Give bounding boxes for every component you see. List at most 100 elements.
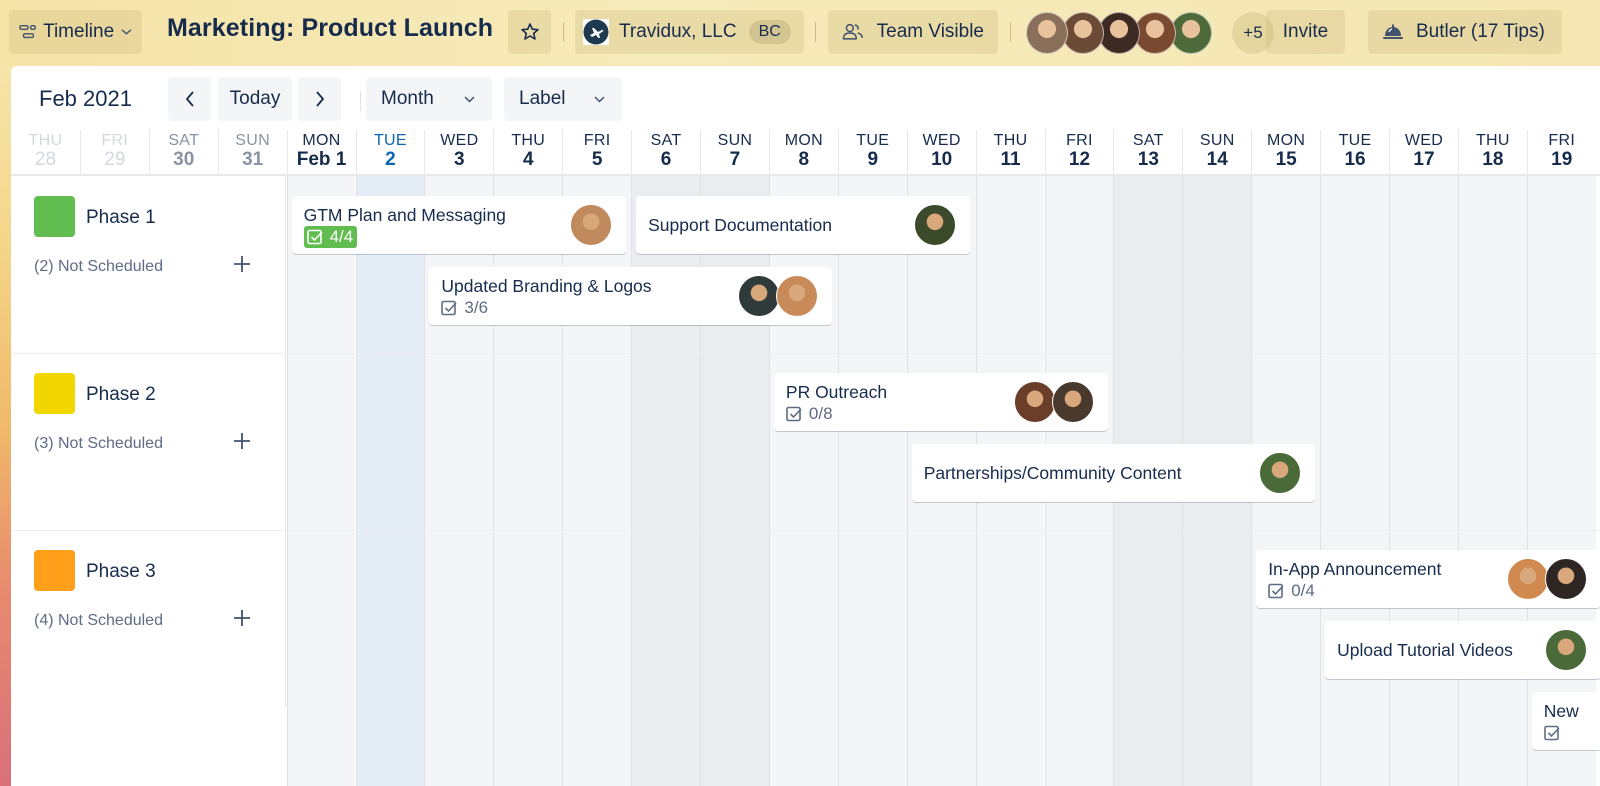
chevron-down-icon bbox=[464, 95, 475, 103]
day-column[interactable] bbox=[1389, 176, 1458, 786]
timeline-panel: Feb 2021 Today Month Label THU 28 FRI 29 SAT… bbox=[11, 66, 1600, 786]
add-card-button[interactable] bbox=[233, 428, 251, 454]
day-of-week: FRI bbox=[101, 132, 129, 149]
timeline-card[interactable]: Partnerships/Community Content bbox=[911, 444, 1315, 502]
day-column[interactable] bbox=[1320, 176, 1389, 786]
card-title: Updated Branding & Logos bbox=[441, 276, 652, 296]
day-number: 19 bbox=[1551, 149, 1573, 170]
day-column[interactable] bbox=[355, 176, 425, 786]
card-members bbox=[1544, 629, 1587, 671]
day-header: TUE 9 bbox=[837, 130, 907, 174]
day-header: SAT 13 bbox=[1113, 130, 1182, 174]
timeline-card[interactable]: Upload Tutorial Videos bbox=[1325, 621, 1600, 679]
day-number: 8 bbox=[798, 149, 810, 170]
day-of-week: TUE bbox=[373, 132, 407, 149]
plane-logo-icon bbox=[583, 19, 609, 45]
day-number: 18 bbox=[1482, 149, 1504, 170]
butler-label: Butler (17 Tips) bbox=[1416, 21, 1545, 42]
day-of-week: FRI bbox=[1548, 132, 1576, 149]
member-avatar[interactable] bbox=[1544, 629, 1587, 671]
day-number: Feb 1 bbox=[296, 149, 347, 170]
swimlane-header: Phase 3 (4) Not Scheduled bbox=[11, 530, 286, 707]
card-title: Upload Tutorial Videos bbox=[1337, 640, 1513, 660]
butler-button[interactable]: Butler (17 Tips) bbox=[1368, 10, 1562, 54]
member-avatar[interactable] bbox=[1062, 12, 1104, 54]
timeline-card[interactable]: Support Documentation bbox=[636, 196, 971, 254]
chevron-left-icon bbox=[185, 91, 194, 107]
day-header: MON 8 bbox=[768, 130, 838, 174]
day-header: WED 10 bbox=[906, 130, 976, 174]
member-avatar[interactable] bbox=[914, 204, 957, 246]
member-avatar[interactable] bbox=[1170, 12, 1212, 54]
lane-name: Phase 1 bbox=[86, 207, 156, 228]
day-number: 6 bbox=[660, 149, 672, 170]
next-button[interactable] bbox=[298, 77, 341, 121]
member-avatar[interactable] bbox=[1506, 558, 1549, 600]
previous-button[interactable] bbox=[168, 77, 211, 121]
group-by-select[interactable]: Label bbox=[504, 77, 622, 121]
invite-button[interactable]: Invite bbox=[1266, 10, 1345, 54]
not-scheduled-link[interactable]: (3) Not Scheduled bbox=[34, 435, 163, 453]
member-avatar[interactable] bbox=[776, 275, 819, 317]
checklist-badge: 3/6 bbox=[441, 297, 491, 319]
today-button[interactable]: Today bbox=[218, 77, 292, 121]
header-divider bbox=[1010, 22, 1011, 42]
visibility-button[interactable]: Team Visible bbox=[828, 10, 998, 54]
day-of-week: MON bbox=[1267, 132, 1306, 149]
board-title[interactable]: Marketing: Product Launch bbox=[167, 14, 493, 43]
day-header: WED 17 bbox=[1389, 130, 1458, 174]
current-month: Feb 2021 bbox=[39, 86, 132, 111]
member-avatar[interactable] bbox=[1258, 452, 1301, 494]
day-number: 5 bbox=[591, 149, 603, 170]
timeline-card[interactable]: GTM Plan and Messaging 4/4 bbox=[291, 196, 626, 254]
day-column[interactable] bbox=[286, 176, 356, 786]
day-header: THU 11 bbox=[975, 130, 1045, 174]
card-title: New bbox=[1543, 701, 1579, 721]
member-avatar[interactable] bbox=[1014, 381, 1057, 423]
day-of-week: WED bbox=[1404, 132, 1444, 149]
lane-name: Phase 2 bbox=[86, 384, 156, 405]
day-of-week: TUE bbox=[1338, 132, 1372, 149]
not-scheduled-link[interactable]: (2) Not Scheduled bbox=[34, 258, 163, 276]
member-avatar[interactable] bbox=[1098, 12, 1140, 54]
card-members bbox=[1258, 452, 1301, 494]
member-avatar[interactable] bbox=[1052, 381, 1095, 423]
not-scheduled-link[interactable]: (4) Not Scheduled bbox=[34, 612, 163, 630]
timeline-card[interactable]: PR Outreach 0/8 bbox=[773, 373, 1109, 431]
lane-divider bbox=[11, 353, 1600, 354]
day-number: 17 bbox=[1413, 149, 1435, 170]
range-select[interactable]: Month bbox=[366, 77, 492, 121]
group-by-value: Label bbox=[519, 88, 566, 109]
card-members bbox=[1014, 381, 1095, 423]
lane-name: Phase 3 bbox=[86, 561, 156, 582]
timeline-icon bbox=[19, 24, 36, 39]
timeline-card[interactable]: Updated Branding & Logos 3/6 bbox=[429, 267, 833, 325]
view-switcher-button[interactable]: Timeline bbox=[9, 10, 142, 54]
star-board-button[interactable] bbox=[508, 10, 551, 54]
add-card-button[interactable] bbox=[233, 251, 251, 277]
lane-color-swatch bbox=[34, 373, 75, 414]
day-number: 29 bbox=[104, 149, 126, 170]
member-avatar[interactable] bbox=[1026, 12, 1068, 54]
timeline-card[interactable]: In-App Announcement 0/4 bbox=[1256, 550, 1600, 608]
day-header: THU 18 bbox=[1457, 130, 1527, 174]
day-header: TUE 2 bbox=[355, 130, 425, 174]
checklist-icon bbox=[786, 406, 802, 422]
checklist-icon bbox=[441, 300, 457, 316]
member-avatar[interactable] bbox=[569, 204, 612, 246]
day-of-week: FRI bbox=[1066, 132, 1093, 149]
member-avatar[interactable] bbox=[738, 275, 781, 317]
checklist-count: 0/4 bbox=[1291, 581, 1315, 600]
add-card-button[interactable] bbox=[233, 605, 251, 631]
timeline-card[interactable]: New bbox=[1531, 692, 1600, 750]
day-header: THU 28 bbox=[11, 130, 80, 174]
member-avatar[interactable] bbox=[1134, 12, 1176, 54]
member-avatar[interactable] bbox=[1544, 558, 1587, 600]
day-of-week: FRI bbox=[583, 132, 611, 149]
day-of-week: SAT bbox=[1132, 132, 1164, 149]
day-column[interactable] bbox=[837, 176, 907, 786]
workspace-button[interactable]: Travidux, LLC BC bbox=[575, 10, 804, 54]
team-icon bbox=[842, 23, 863, 40]
chevron-down-icon bbox=[594, 95, 605, 103]
day-column[interactable] bbox=[1457, 176, 1527, 786]
